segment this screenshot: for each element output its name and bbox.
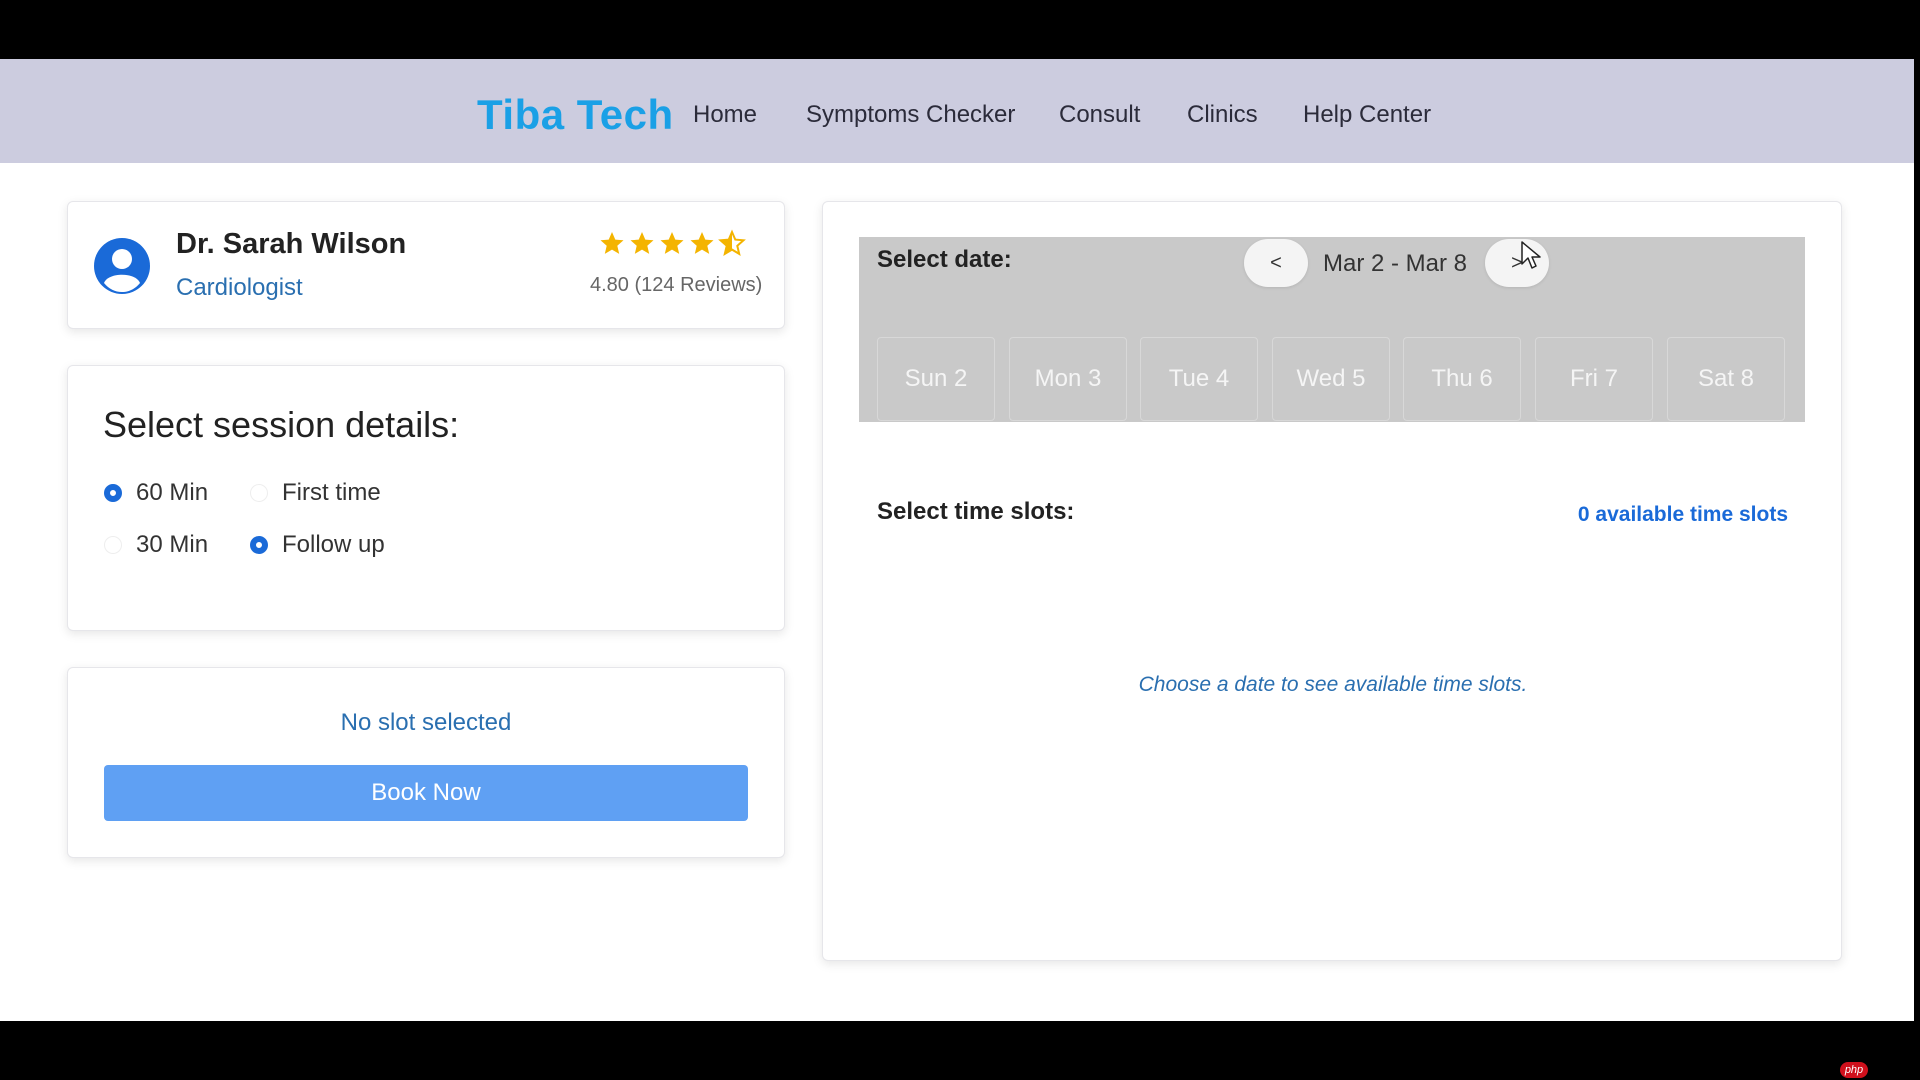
select-time-slots-label: Select time slots: — [877, 498, 1075, 525]
slot-status: No slot selected — [340, 709, 512, 736]
prev-week-button[interactable]: < — [1244, 239, 1308, 287]
doctor-name: Dr. Sarah Wilson — [176, 228, 407, 260]
navbar: Tiba Tech Home Symptoms Checker Consult … — [0, 59, 1914, 163]
day-button[interactable]: Fri 7 — [1535, 337, 1653, 421]
nav-consult[interactable]: Consult — [1059, 101, 1140, 129]
radio-label: First time — [282, 479, 381, 506]
radio-follow-up[interactable]: Follow up — [250, 531, 385, 559]
radio-label: 30 Min — [136, 531, 209, 558]
session-title: Select session details: — [103, 404, 460, 445]
doctor-specialty: Cardiologist — [176, 274, 303, 301]
doctor-card: Dr. Sarah Wilson Cardiologist 4.80 (124 … — [67, 201, 785, 329]
radio-checked-icon — [104, 484, 122, 502]
radio-first-time[interactable]: First time — [250, 479, 381, 507]
watermark-logo: php — [1840, 1062, 1868, 1078]
date-selector: Select date: < Mar 2 - Mar 8 > Sun 2 Mon… — [859, 237, 1805, 422]
week-range: Mar 2 - Mar 8 — [1323, 250, 1468, 277]
user-avatar-icon — [94, 238, 150, 294]
day-button[interactable]: Wed 5 — [1272, 337, 1390, 421]
radio-checked-icon — [250, 536, 268, 554]
brand-logo[interactable]: Tiba Tech — [477, 91, 674, 139]
day-button[interactable]: Thu 6 — [1403, 337, 1521, 421]
radio-unchecked-icon — [104, 536, 122, 554]
day-button[interactable]: Sun 2 — [877, 337, 995, 421]
booking-card: No slot selected Book Now — [67, 667, 785, 858]
app-window: Tiba Tech Home Symptoms Checker Consult … — [0, 59, 1914, 1021]
nav-symptoms-checker[interactable]: Symptoms Checker — [806, 101, 1015, 129]
empty-slots-message: Choose a date to see available time slot… — [1138, 673, 1528, 696]
rating-stars-icon — [600, 231, 745, 255]
radio-30-min[interactable]: 30 Min — [104, 531, 208, 559]
book-now-button[interactable]: Book Now — [104, 765, 748, 821]
radio-label: 60 Min — [136, 479, 209, 506]
available-slots-count: 0 available time slots — [1577, 503, 1788, 526]
rating-text: 4.80 (124 Reviews) — [590, 274, 763, 296]
day-button[interactable]: Tue 4 — [1140, 337, 1258, 421]
day-button[interactable]: Mon 3 — [1009, 337, 1127, 421]
radio-unchecked-icon — [250, 484, 268, 502]
mouse-cursor-icon — [1521, 241, 1541, 269]
radio-60-min[interactable]: 60 Min — [104, 479, 208, 507]
schedule-card: Select date: < Mar 2 - Mar 8 > Sun 2 Mon… — [822, 201, 1842, 961]
nav-help-center[interactable]: Help Center — [1303, 101, 1431, 129]
select-date-label: Select date: — [877, 246, 1012, 273]
nav-clinics[interactable]: Clinics — [1187, 101, 1258, 129]
day-button[interactable]: Sat 8 — [1667, 337, 1785, 421]
nav-home[interactable]: Home — [693, 101, 757, 129]
session-details-card: Select session details: 60 Min 30 Min Fi… — [67, 365, 785, 631]
radio-label: Follow up — [282, 531, 385, 558]
